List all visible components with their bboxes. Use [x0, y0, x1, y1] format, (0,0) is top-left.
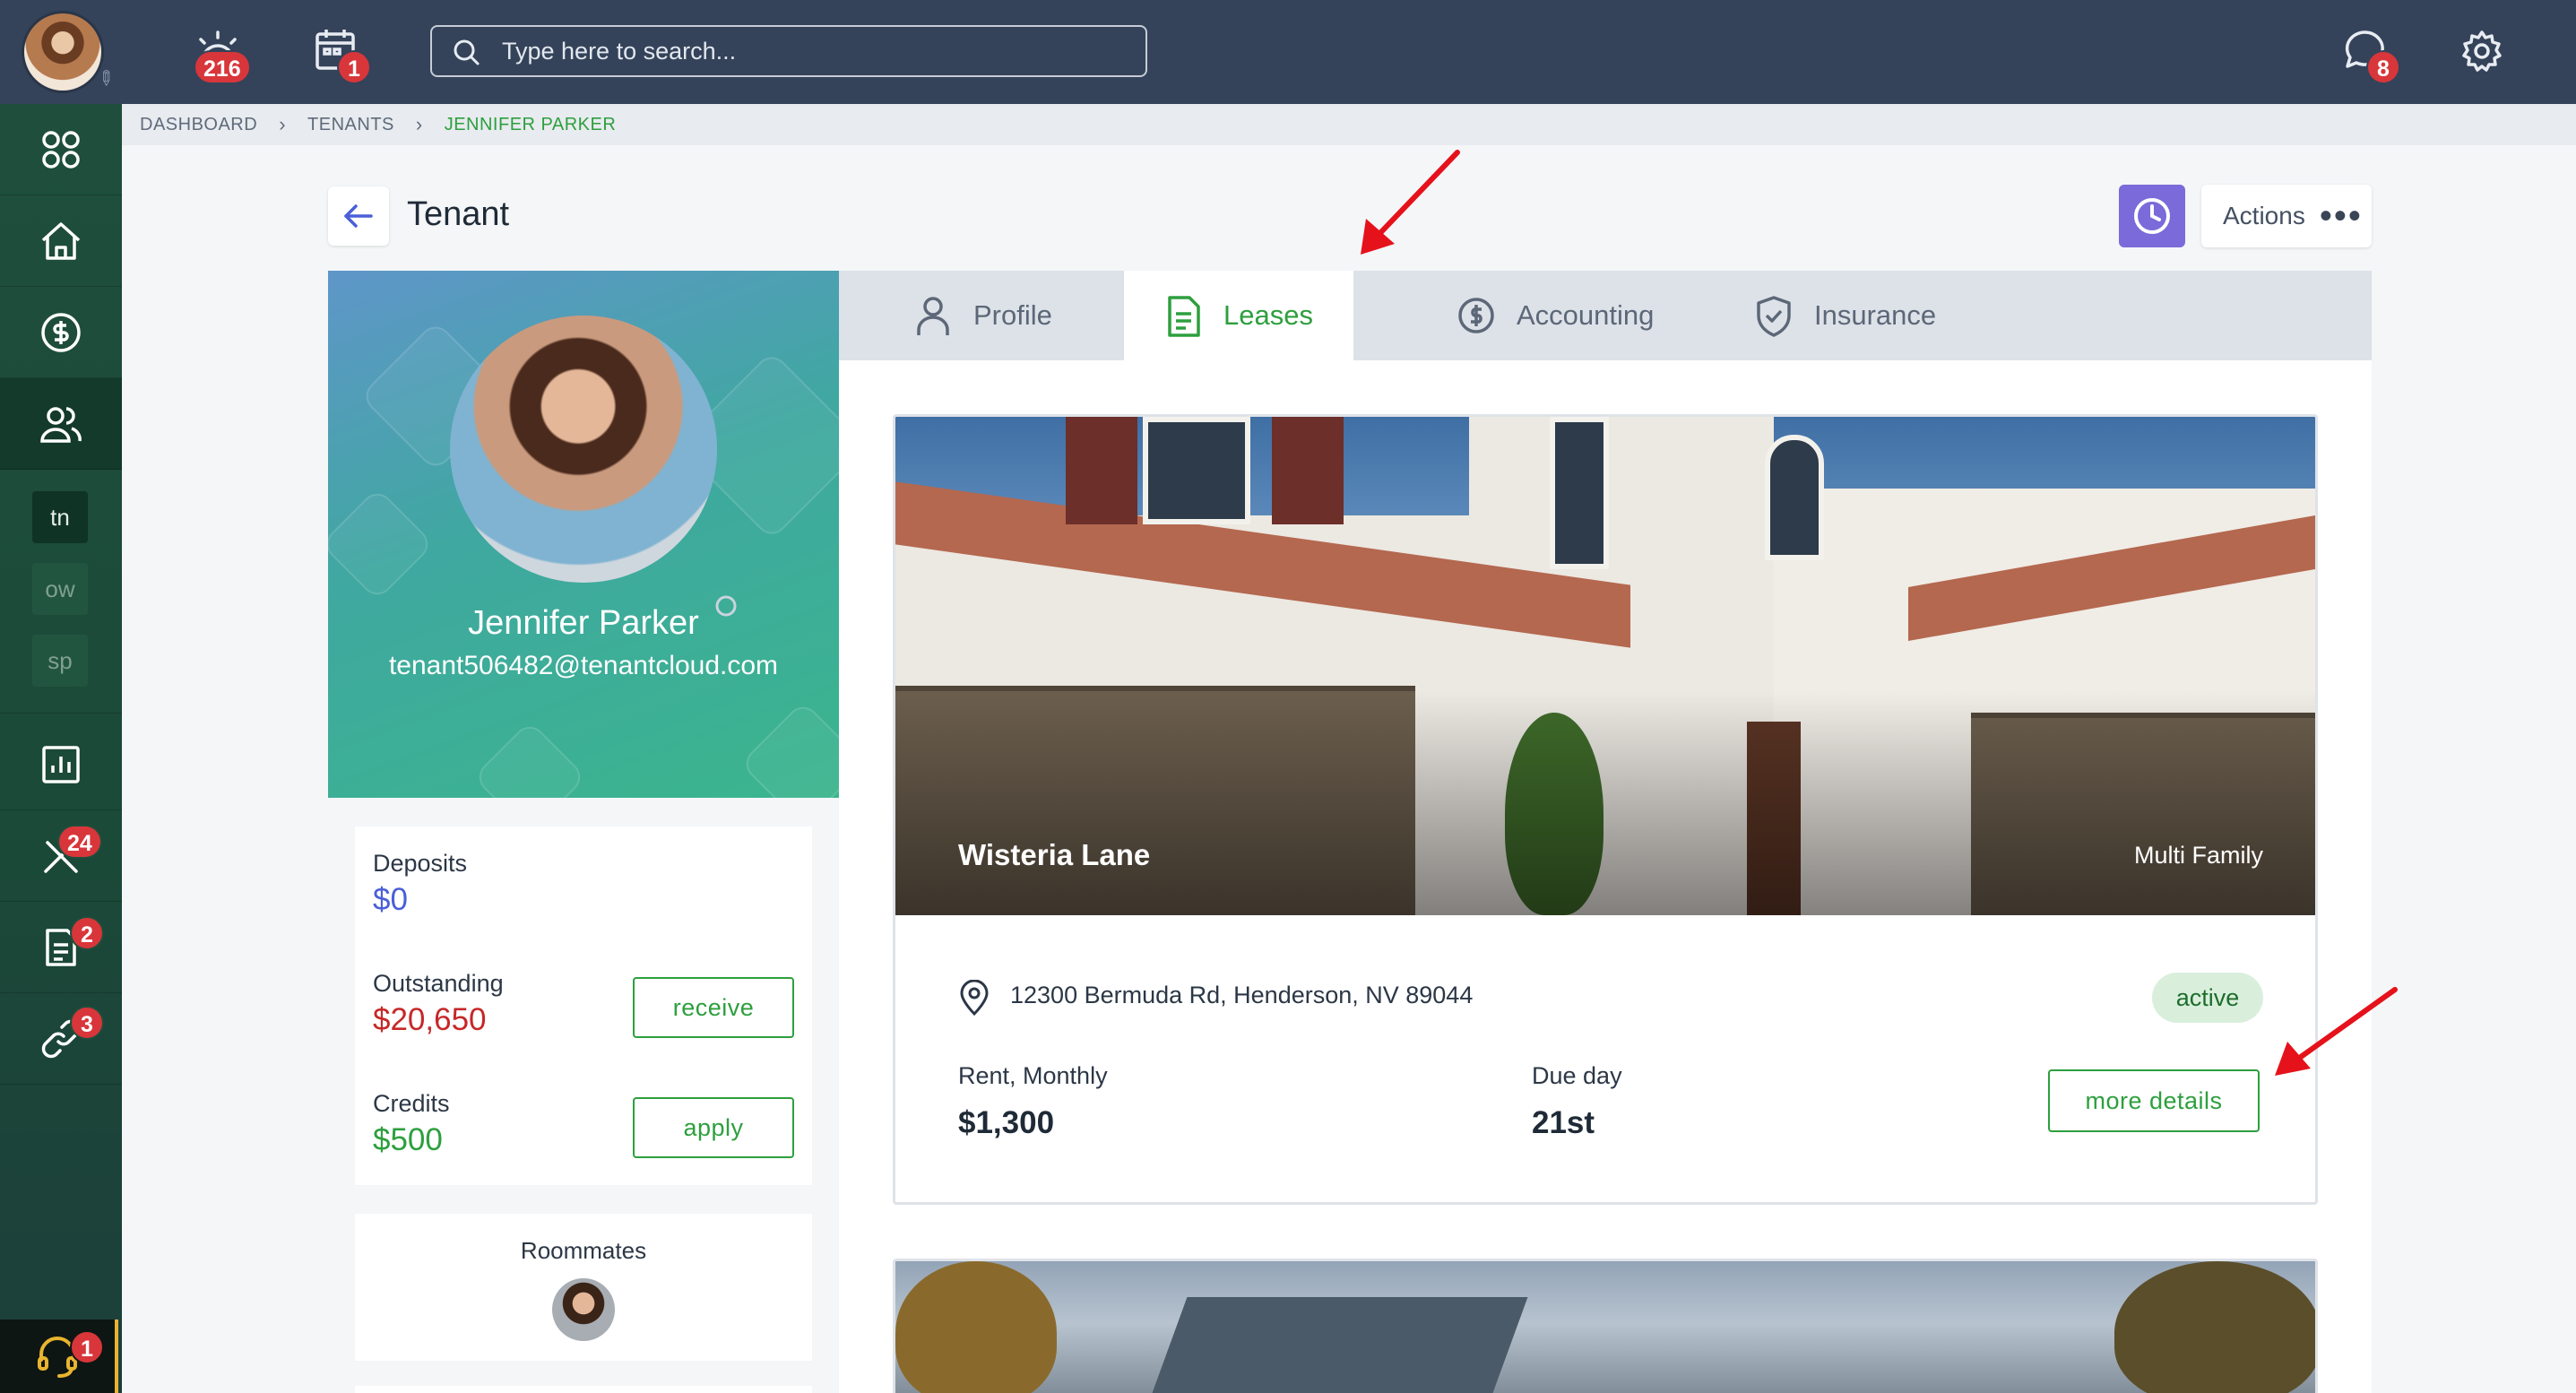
notifications-badge: 216	[194, 50, 251, 84]
tenant-profile-card: Jennifer Parker tenant506482@tenantcloud…	[328, 271, 839, 798]
loading-spinner-icon	[715, 595, 737, 617]
tab-profile[interactable]: Profile	[914, 271, 1052, 360]
tab-accounting-label: Accounting	[1517, 299, 1655, 331]
settings-gear-icon[interactable]	[2456, 25, 2508, 77]
lease-card[interactable]: Wisteria Lane Multi Family 12300 Bermuda…	[893, 414, 2318, 1205]
left-card-partial	[355, 1386, 812, 1393]
breadcrumb: DASHBOARD › TENANTS › JENNIFER PARKER	[122, 104, 2576, 145]
sidebar-item-dashboard[interactable]	[0, 104, 122, 195]
history-button[interactable]	[2119, 185, 2185, 247]
breadcrumb-current: JENNIFER PARKER	[444, 114, 617, 134]
deposits-value: $0	[373, 882, 408, 917]
search-box[interactable]	[430, 25, 1147, 77]
search-input[interactable]	[502, 34, 1129, 68]
tenant-email: tenant506482@tenantcloud.com	[388, 651, 779, 680]
tab-insurance-label: Insurance	[1814, 299, 1937, 331]
lease-card-2[interactable]	[893, 1259, 2318, 1393]
sidebar-item-tn[interactable]: tn	[32, 491, 88, 543]
due-day-value: 21st	[1532, 1105, 1595, 1140]
home-icon	[41, 221, 81, 260]
rent-label: Rent, Monthly	[958, 1062, 1108, 1089]
more-details-button[interactable]: more details	[2048, 1069, 2260, 1132]
balance-card: Deposits $0 Outstanding $20,650 receive …	[355, 826, 812, 1185]
sidebar-item-people[interactable]	[0, 378, 122, 470]
outstanding-label: Outstanding	[373, 970, 504, 997]
actions-label: Actions	[2223, 202, 2305, 229]
property-type: Multi Family	[2133, 842, 2263, 869]
back-button[interactable]	[328, 186, 389, 246]
photo-tree	[2114, 1261, 2315, 1393]
dollar-circle-icon	[41, 312, 81, 352]
support-badge: 1	[70, 1330, 104, 1364]
dollar-circle-icon	[1458, 298, 1494, 333]
applications-badge: 2	[70, 916, 104, 950]
shield-check-icon	[1757, 296, 1791, 337]
credits-label: Credits	[373, 1090, 450, 1117]
lease-status-badge: active	[2152, 973, 2263, 1023]
decoration	[739, 700, 839, 798]
grid-icon	[42, 130, 80, 169]
sidebar-item-applications[interactable]	[0, 902, 122, 993]
sidebar-mini-group: tn ow sp	[0, 470, 122, 714]
property-name: Wisteria Lane	[958, 838, 1151, 871]
tab-profile-label: Profile	[973, 299, 1052, 331]
document-icon	[1168, 296, 1200, 337]
tenant-name: Jennifer Parker	[468, 604, 699, 642]
sidebar-item-maintenance[interactable]	[0, 810, 122, 902]
sidebar-item-accounting[interactable]	[0, 287, 122, 378]
sidebar-item-reports[interactable]	[0, 719, 122, 810]
listings-badge: 3	[70, 1006, 104, 1040]
tabs-bar: Profile Leases Accounting Insurance	[839, 271, 2372, 360]
roommates-title: Roommates	[520, 1237, 647, 1264]
decoration	[472, 720, 587, 798]
tab-accounting[interactable]: Accounting	[1457, 271, 1654, 360]
roommates-card: Roommates	[355, 1214, 812, 1361]
sidebar-item-sp[interactable]: sp	[32, 635, 88, 687]
apply-button[interactable]: apply	[633, 1097, 794, 1158]
more-dots-icon: •••	[2319, 196, 2363, 236]
users-icon	[40, 406, 82, 443]
bar-chart-icon	[42, 745, 80, 783]
sidebar-item-properties[interactable]	[0, 195, 122, 287]
photo-tree	[895, 1261, 1057, 1393]
receive-button[interactable]: receive	[633, 977, 794, 1038]
credits-value: $500	[373, 1122, 443, 1157]
top-bar: ✎ 216 1 8	[0, 0, 2576, 104]
maintenance-badge: 24	[57, 825, 102, 859]
tab-leases[interactable]: Leases	[1124, 271, 1353, 360]
tab-insurance[interactable]: Insurance	[1755, 271, 1936, 360]
page-title: Tenant	[407, 195, 510, 233]
breadcrumb-tenants[interactable]: TENANTS	[307, 115, 394, 135]
arrow-left-icon	[344, 204, 373, 228]
annotation-arrow-more-details	[2275, 987, 2398, 1076]
breadcrumb-dashboard[interactable]: DASHBOARD	[140, 115, 257, 135]
sidebar: tn ow sp 24 2 3 1	[0, 104, 122, 1393]
photo-roof	[1141, 1297, 1528, 1393]
property-photo: Wisteria Lane Multi Family	[895, 417, 2315, 915]
clock-icon	[2134, 198, 2170, 234]
tab-leases-label: Leases	[1223, 299, 1313, 331]
deposits-label: Deposits	[373, 850, 468, 877]
annotation-arrow-leases	[1361, 150, 1460, 255]
rent-value: $1,300	[958, 1105, 1055, 1140]
user-avatar[interactable]	[22, 11, 104, 93]
outstanding-value: $20,650	[373, 1002, 487, 1037]
calendar-badge: 1	[337, 50, 371, 84]
chat-badge: 8	[2366, 50, 2400, 84]
location-pin-icon	[960, 980, 989, 1016]
user-icon	[917, 297, 949, 335]
chevron-right-icon: ›	[279, 113, 287, 135]
sidebar-item-ow[interactable]: ow	[32, 563, 88, 615]
roommate-avatar[interactable]	[552, 1278, 615, 1341]
sidebar-item-listings[interactable]	[0, 993, 122, 1085]
property-address: 12300 Bermuda Rd, Henderson, NV 89044	[1010, 982, 1474, 1008]
tenant-photo	[450, 316, 717, 583]
actions-button[interactable]: Actions •••	[2201, 185, 2372, 247]
chevron-right-icon: ›	[415, 113, 423, 135]
search-icon	[454, 39, 480, 65]
decoration	[328, 487, 435, 601]
due-day-label: Due day	[1532, 1062, 1622, 1089]
